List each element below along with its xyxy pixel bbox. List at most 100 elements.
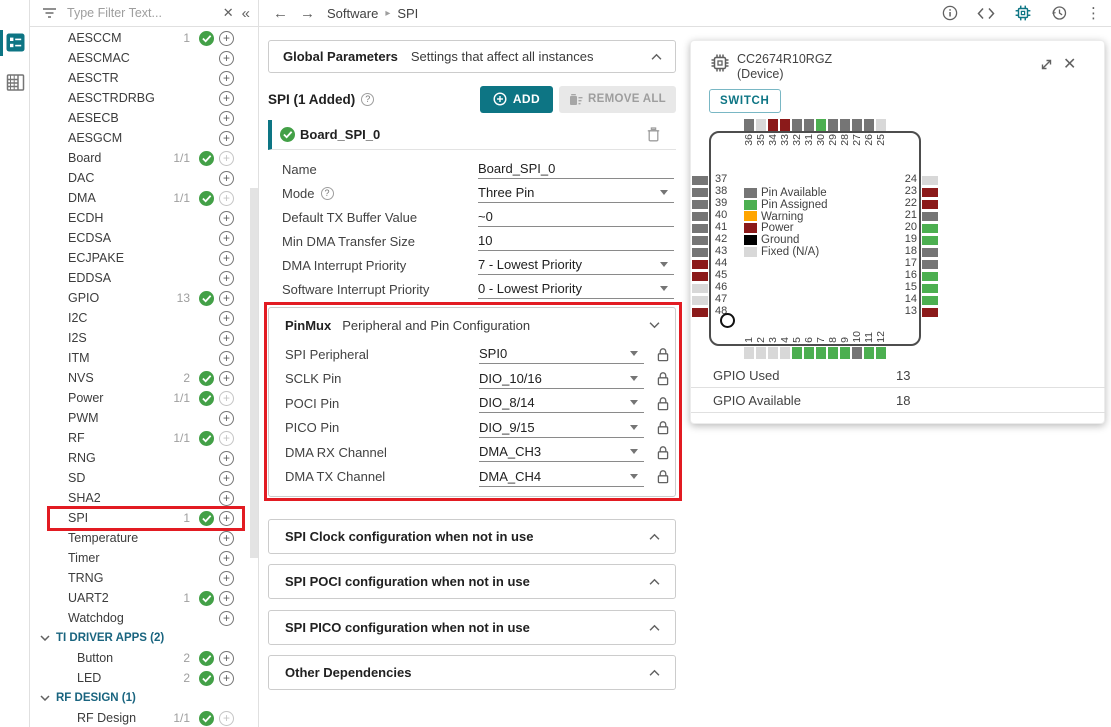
field-value[interactable]: ~0 [478,207,674,227]
add-instance-button[interactable]: + [219,251,234,266]
sidebar-item[interactable]: I2C + [30,308,258,328]
add-instance-button[interactable]: + [219,471,234,486]
filter-input[interactable] [67,6,223,20]
sidebar-item[interactable]: AESCTRDRBG + [30,88,258,108]
remove-all-button[interactable]: REMOVE ALL [559,86,676,113]
lock-icon[interactable] [657,445,669,460]
field-value[interactable]: 0 - Lowest Priority [478,279,674,299]
expand-panel-icon[interactable] [1039,57,1054,72]
add-instance-button[interactable]: + [219,591,234,606]
sidebar-item[interactable]: RF Design 1/1 + [30,708,258,727]
lock-icon[interactable] [657,371,669,386]
back-arrow-icon[interactable]: ← [273,5,288,22]
sidebar-item[interactable]: SHA2 + [30,488,258,508]
sidebar-item[interactable]: RF DESIGN (1) + [30,688,258,708]
field-value[interactable]: Three Pin [478,183,674,203]
sidebar-item[interactable]: PWM + [30,408,258,428]
add-instance-button[interactable]: + [219,651,234,666]
add-instance-button[interactable]: + [219,91,234,106]
field-value[interactable]: DIO_9/15 [479,418,644,438]
sidebar-item[interactable]: GPIO 13 + [30,288,258,308]
add-instance-button[interactable]: + [219,71,234,86]
code-view-icon[interactable] [977,7,995,20]
registers-view-icon[interactable] [6,73,25,92]
collapsed-section-card[interactable]: SPI POCI configuration when not in use [268,564,676,599]
field-value[interactable]: SPI0 [479,344,644,364]
sidebar-item[interactable]: SD + [30,468,258,488]
sidebar-item[interactable]: TRNG + [30,568,258,588]
lock-icon[interactable] [657,396,669,411]
add-instance-button[interactable]: + [219,451,234,466]
add-instance-button[interactable]: + [219,331,234,346]
add-instance-button[interactable]: + [219,191,234,206]
add-instance-button[interactable]: + [219,551,234,566]
history-icon[interactable] [1051,5,1067,21]
sidebar-item[interactable]: Power 1/1 + [30,388,258,408]
sidebar-item[interactable]: AESGCM + [30,128,258,148]
field-value[interactable]: DIO_10/16 [479,369,644,389]
close-panel-icon[interactable]: ✕ [1063,54,1076,74]
sidebar-item[interactable]: LED 2 + [30,668,258,688]
sidebar-item[interactable]: AESCTR + [30,68,258,88]
add-instance-button[interactable]: + [219,171,234,186]
sidebar-item[interactable]: EDDSA + [30,268,258,288]
collapse-sidebar-icon[interactable]: « [242,5,250,22]
sidebar-item[interactable]: UART2 1 + [30,588,258,608]
collapsed-section-card[interactable]: SPI PICO configuration when not in use [268,610,676,645]
sidebar-item[interactable]: AESCCM 1 + [30,28,258,48]
sidebar-item[interactable]: Watchdog + [30,608,258,628]
device-view-icon[interactable] [1014,4,1032,22]
lock-icon[interactable] [657,469,669,484]
field-value[interactable]: Board_SPI_0 [478,159,674,179]
add-instance-button[interactable]: + [219,311,234,326]
collapsed-section-card[interactable]: SPI Clock configuration when not in use [268,519,676,554]
sidebar-item[interactable]: TI DRIVER APPS (2) + [30,628,258,648]
add-instance-button[interactable]: + [219,531,234,546]
pinmux-header[interactable]: PinMux Peripheral and Pin Configuration [269,308,675,342]
add-instance-button[interactable]: + [219,271,234,286]
forward-arrow-icon[interactable]: → [300,5,315,22]
add-instance-button[interactable]: + [219,131,234,146]
sidebar-item[interactable]: DMA 1/1 + [30,188,258,208]
add-instance-button[interactable]: + [219,431,234,446]
add-instance-button[interactable]: + [219,571,234,586]
field-value[interactable]: DMA_CH4 [479,467,644,487]
sidebar-item[interactable]: I2S + [30,328,258,348]
add-instance-button[interactable]: + [219,111,234,126]
add-instance-button[interactable]: + [219,51,234,66]
sidebar-item[interactable]: RNG + [30,448,258,468]
global-parameters-card[interactable]: Global Parameters Settings that affect a… [268,40,676,73]
sidebar-item[interactable]: Temperature + [30,528,258,548]
add-instance-button[interactable]: + [219,611,234,626]
sidebar-scrollbar[interactable] [250,188,258,558]
sidebar-item[interactable]: Board 1/1 + [30,148,258,168]
kebab-menu-icon[interactable]: ⋮ [1086,4,1101,22]
sidebar-item[interactable]: Timer + [30,548,258,568]
field-value[interactable]: 10 [478,231,674,251]
collapsed-section-card[interactable]: Other Dependencies [268,655,676,690]
add-instance-button[interactable]: + [219,511,234,526]
breadcrumb-spi[interactable]: SPI [397,6,418,21]
help-icon[interactable]: ? [361,93,374,106]
instance-header[interactable]: Board_SPI_0 [268,120,676,150]
add-instance-button[interactable]: + [219,711,234,726]
sidebar-item[interactable]: RF 1/1 + [30,428,258,448]
add-instance-button[interactable]: + [219,671,234,686]
sidebar-item[interactable]: SPI 1 + [30,508,258,528]
switch-device-button[interactable]: SWITCH [709,89,781,113]
info-icon[interactable] [942,5,958,21]
add-instance-button[interactable]: + [219,31,234,46]
sidebar-item[interactable]: NVS 2 + [30,368,258,388]
field-value[interactable]: DIO_8/14 [479,393,644,413]
config-view-icon[interactable] [6,33,25,52]
sidebar-item[interactable]: Button 2 + [30,648,258,668]
sidebar-item[interactable]: ITM + [30,348,258,368]
breadcrumb-software[interactable]: Software [327,6,378,21]
add-instance-button[interactable]: + [219,291,234,306]
sidebar-item[interactable]: DAC + [30,168,258,188]
delete-instance-icon[interactable] [647,127,660,142]
add-button[interactable]: ADD [480,86,553,113]
lock-icon[interactable] [657,347,669,362]
sidebar-item[interactable]: ECDSA + [30,228,258,248]
help-icon[interactable]: ? [321,187,334,200]
